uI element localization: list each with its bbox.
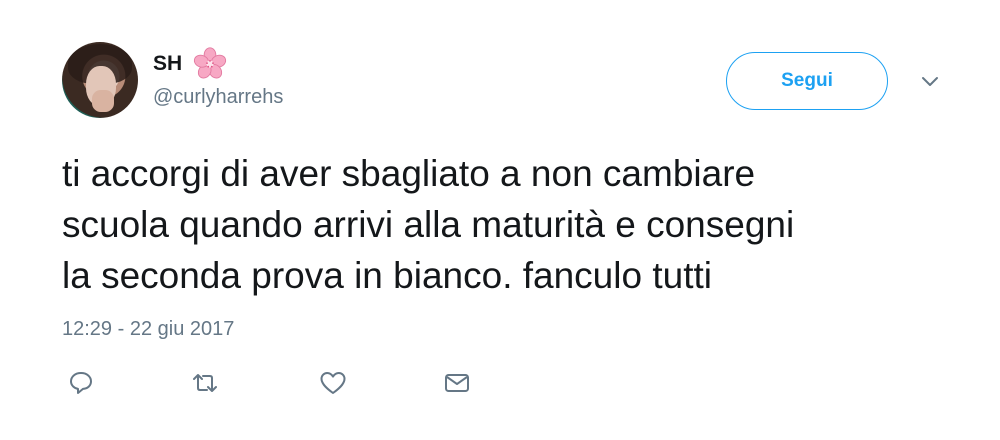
like-button[interactable]	[316, 368, 350, 398]
retweet-button[interactable]	[188, 368, 222, 398]
like-icon	[320, 372, 346, 394]
reply-icon	[70, 372, 92, 394]
chevron-down-icon[interactable]	[918, 72, 942, 92]
tweet-text-line: scuola quando arrivi alla maturità e con…	[62, 204, 795, 245]
tweet-text: ti accorgi di aver sbagliato a non cambi…	[62, 148, 962, 301]
avatar-hand	[92, 90, 114, 112]
tweet-text-line: ti accorgi di aver sbagliato a non cambi…	[62, 153, 756, 194]
direct-message-button[interactable]	[440, 368, 474, 398]
timestamp[interactable]: 12:29 - 22 giu 2017	[62, 318, 234, 341]
tweet-card: SH @curlyharrehs Segui ti accorgi di ave…	[0, 0, 1000, 440]
name-row: SH	[153, 46, 228, 82]
display-name[interactable]: SH	[153, 52, 182, 76]
follow-button[interactable]: Segui	[726, 52, 888, 110]
user-handle[interactable]: @curlyharrehs	[153, 86, 283, 109]
direct-message-icon	[445, 374, 469, 392]
cherry-blossom-icon	[194, 47, 227, 79]
avatar[interactable]	[62, 42, 138, 118]
reply-button[interactable]	[64, 368, 98, 398]
retweet-icon	[193, 374, 217, 392]
tweet-text-line: la seconda prova in bianco. fanculo tutt…	[62, 255, 712, 296]
